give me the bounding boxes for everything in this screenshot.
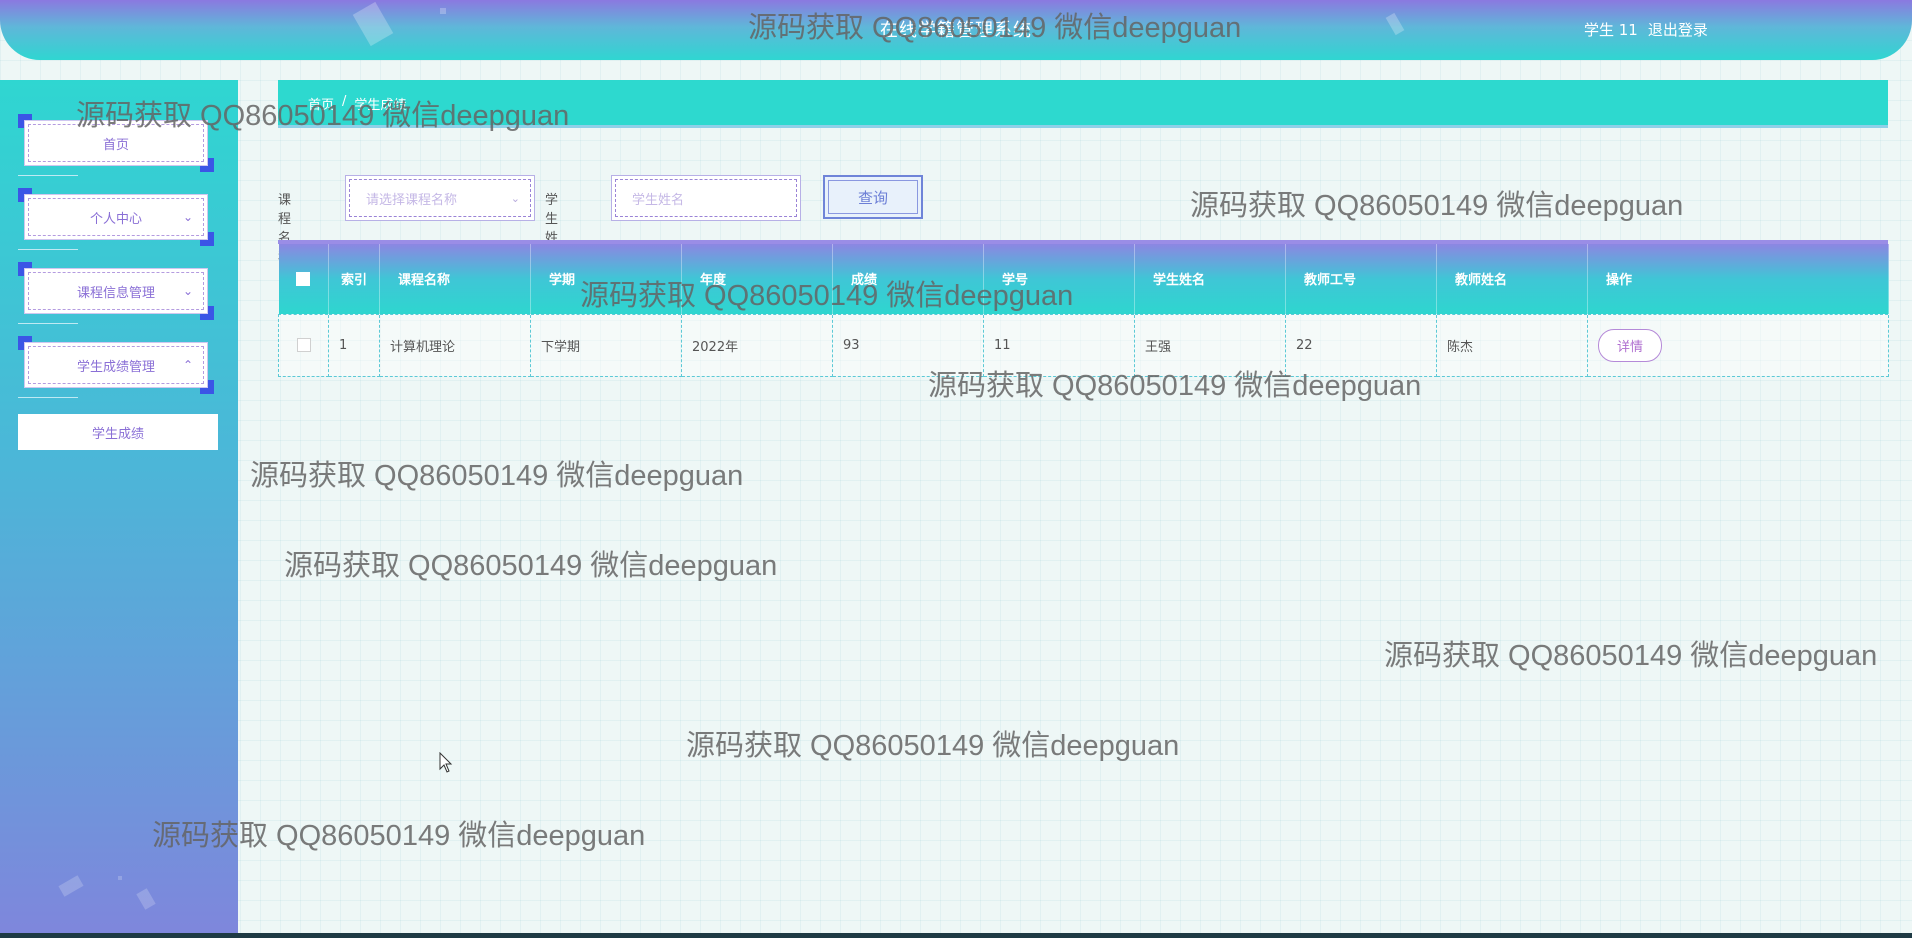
cell-student-no: 11 bbox=[983, 313, 1135, 377]
row-select-cell[interactable] bbox=[278, 313, 329, 377]
column-header-student-no: 学号 bbox=[983, 244, 1135, 314]
sidebar-item-course-info[interactable]: 课程信息管理 ⌄ bbox=[18, 262, 214, 324]
cell-score: 93 bbox=[832, 313, 984, 377]
watermark: 源码获取 QQ86050149 微信deepguan bbox=[284, 550, 778, 582]
breadcrumb: 首页 / 学生成绩 bbox=[308, 94, 406, 113]
chevron-down-icon: ⌄ bbox=[182, 284, 193, 298]
student-name-input[interactable]: 学生姓名 bbox=[611, 175, 801, 221]
detail-button[interactable]: 详情 bbox=[1598, 328, 1663, 362]
cell-index: 1 bbox=[328, 313, 380, 377]
sidebar-item-score-management[interactable]: 学生成绩管理 ⌃ bbox=[18, 336, 214, 398]
column-header-score: 成绩 bbox=[832, 244, 984, 314]
menu-underline bbox=[18, 175, 78, 176]
cell-student-name: 王强 bbox=[1134, 313, 1286, 377]
menu-box: 课程信息管理 ⌄ bbox=[24, 268, 208, 314]
menu-underline bbox=[18, 323, 78, 324]
breadcrumb-home[interactable]: 首页 bbox=[308, 94, 334, 113]
score-table: 索引 课程名称 学期 年度 成绩 学号 学生姓名 教师工号 教师姓名 操作 1 … bbox=[278, 240, 1889, 377]
sidebar-decoration bbox=[58, 875, 84, 897]
table-header-row: 索引 课程名称 学期 年度 成绩 学号 学生姓名 教师工号 教师姓名 操作 bbox=[278, 244, 1889, 314]
cell-course: 计算机理论 bbox=[379, 313, 531, 377]
column-header-teacher-no: 教师工号 bbox=[1285, 244, 1437, 314]
cell-term: 下学期 bbox=[530, 313, 682, 377]
bottom-strip bbox=[0, 933, 1912, 938]
query-button[interactable]: 查询 bbox=[823, 175, 923, 219]
column-header-index: 索引 bbox=[328, 244, 380, 314]
cell-action: 详情 bbox=[1587, 313, 1889, 377]
row-checkbox[interactable] bbox=[296, 338, 311, 352]
menu-box-border bbox=[28, 198, 204, 236]
column-header-action: 操作 bbox=[1587, 244, 1889, 314]
query-button-label: 查询 bbox=[828, 180, 918, 214]
watermark: 源码获取 QQ86050149 微信deepguan bbox=[250, 460, 744, 492]
chevron-down-icon: ⌄ bbox=[182, 210, 193, 224]
logout-link[interactable]: 退出登录 bbox=[1648, 19, 1708, 40]
select-all-header[interactable] bbox=[278, 244, 329, 314]
breadcrumb-current: 学生成绩 bbox=[354, 98, 407, 113]
sidebar-item-personal-center[interactable]: 个人中心 ⌄ bbox=[18, 188, 214, 250]
menu-box: 学生成绩管理 ⌃ bbox=[24, 342, 208, 388]
mouse-cursor-icon bbox=[439, 752, 453, 773]
header-decoration bbox=[440, 8, 446, 14]
chevron-down-icon: ⌄ bbox=[510, 191, 520, 205]
sidebar-decoration bbox=[136, 888, 156, 910]
watermark: 源码获取 QQ86050149 微信deepguan bbox=[686, 730, 1180, 762]
breadcrumb-separator: / bbox=[342, 94, 347, 109]
course-select-placeholder: 请选择课程名称 bbox=[366, 192, 458, 208]
table-row: 1 计算机理论 下学期 2022年 93 11 王强 22 陈杰 详情 bbox=[278, 313, 1889, 377]
top-header: 在线学籍管理系统 学生 11 退出登录 bbox=[0, 0, 1912, 60]
column-header-course: 课程名称 bbox=[379, 244, 531, 314]
menu-underline bbox=[18, 249, 78, 250]
column-header-teacher-name: 教师姓名 bbox=[1436, 244, 1588, 314]
user-area: 学生 11 退出登录 bbox=[1584, 19, 1708, 40]
menu-box-border bbox=[28, 272, 204, 310]
breadcrumb-bar: 首页 / 学生成绩 bbox=[278, 80, 1888, 125]
menu-underline bbox=[18, 397, 78, 398]
cell-year: 2022年 bbox=[681, 313, 833, 377]
column-header-year: 年度 bbox=[681, 244, 833, 314]
column-header-term: 学期 bbox=[530, 244, 682, 314]
select-all-checkbox[interactable] bbox=[296, 271, 311, 286]
column-header-student-name: 学生姓名 bbox=[1134, 244, 1286, 314]
watermark: 源码获取 QQ86050149 微信deepguan bbox=[1190, 190, 1684, 222]
menu-box-border bbox=[28, 346, 204, 384]
chevron-up-icon: ⌃ bbox=[182, 358, 193, 372]
menu-box: 个人中心 ⌄ bbox=[24, 194, 208, 240]
student-name-input-inner: 学生姓名 bbox=[615, 179, 797, 217]
student-name-placeholder: 学生姓名 bbox=[632, 192, 685, 208]
course-select[interactable]: 请选择课程名称 ⌄ bbox=[345, 175, 535, 221]
cell-teacher-name: 陈杰 bbox=[1436, 313, 1588, 377]
menu-box-border bbox=[28, 124, 204, 162]
sidebar-subitem-student-score[interactable]: 学生成绩 bbox=[18, 414, 218, 450]
data-table: 索引 课程名称 学期 年度 成绩 学号 学生姓名 教师工号 教师姓名 操作 1 … bbox=[278, 244, 1889, 377]
course-select-inner: 请选择课程名称 ⌄ bbox=[349, 179, 531, 217]
sidebar-decoration bbox=[118, 876, 122, 880]
cell-teacher-no: 22 bbox=[1285, 313, 1437, 377]
current-user: 学生 11 bbox=[1584, 21, 1638, 39]
sidebar-item-home[interactable]: 首页 bbox=[18, 114, 214, 176]
menu-box: 首页 bbox=[24, 120, 208, 166]
watermark: 源码获取 QQ86050149 微信deepguan bbox=[1384, 640, 1878, 672]
